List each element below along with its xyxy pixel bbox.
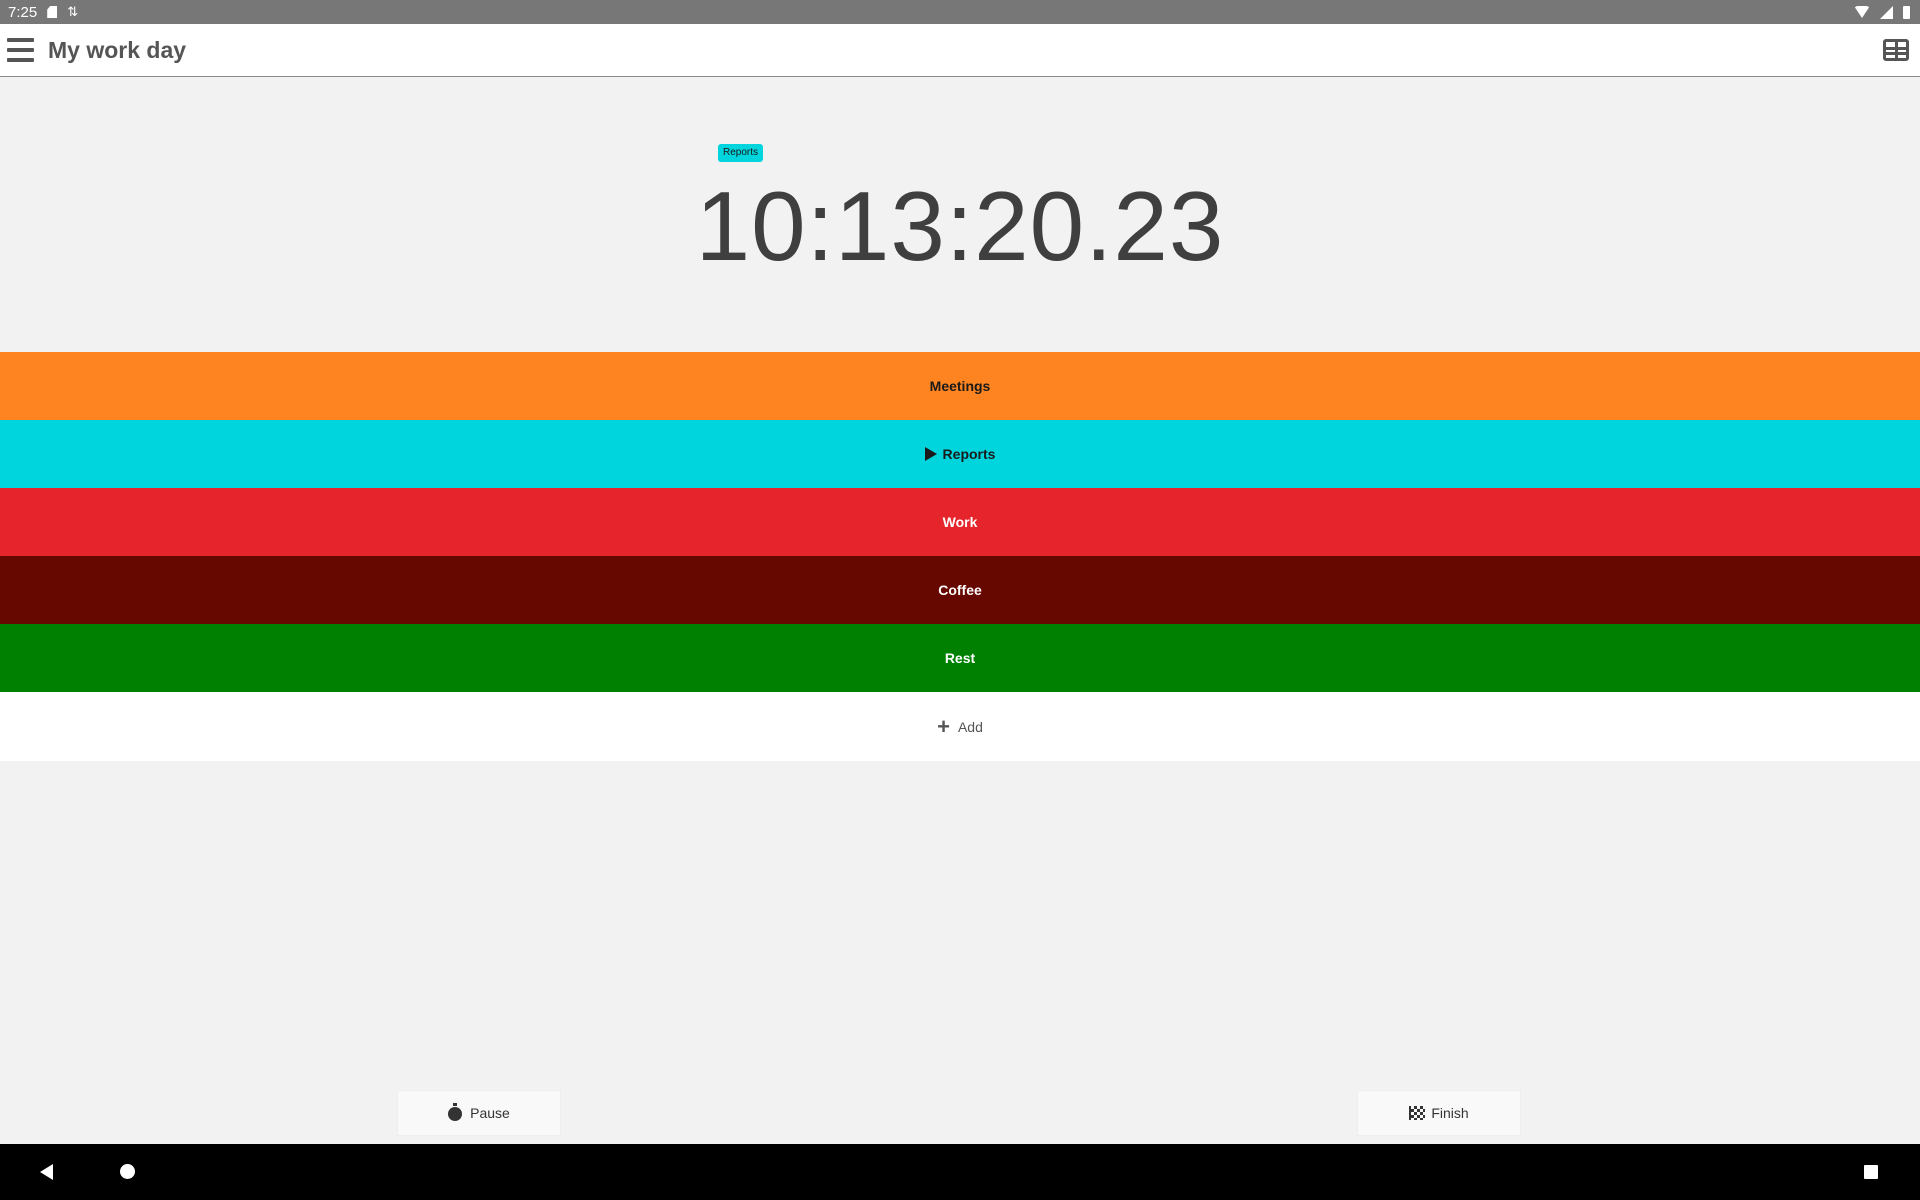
- status-left: 7:25 ⇅: [8, 4, 78, 21]
- battery-icon: [1903, 5, 1910, 19]
- activity-meetings[interactable]: Meetings: [0, 352, 1920, 420]
- sd-card-icon: [47, 6, 58, 18]
- elapsed-timer: 10:13:20.23: [695, 171, 1225, 281]
- pause-label: Pause: [470, 1105, 510, 1121]
- activity-work[interactable]: Work: [0, 488, 1920, 556]
- menu-icon[interactable]: [7, 38, 34, 62]
- activity-reports[interactable]: Reports: [0, 420, 1920, 488]
- checkered-flag-icon: [1409, 1106, 1426, 1120]
- activity-label: Meetings: [929, 378, 991, 394]
- finish-label: Finish: [1431, 1105, 1469, 1121]
- activity-label: Reports: [942, 446, 996, 462]
- navigation-bar: [0, 1144, 1920, 1200]
- status-bar: 7:25 ⇅: [0, 0, 1920, 24]
- signal-icon: [1880, 5, 1893, 19]
- stopwatch-icon: [448, 1103, 463, 1121]
- table-view-icon[interactable]: [1883, 39, 1909, 61]
- current-activity-badge: Reports: [718, 144, 764, 162]
- add-label: Add: [957, 718, 983, 735]
- finish-button[interactable]: Finish: [1357, 1090, 1521, 1136]
- status-right: [1854, 5, 1910, 19]
- plus-icon: +: [937, 713, 950, 739]
- activity-label: Coffee: [938, 582, 982, 598]
- app-bar: My work day: [0, 24, 1920, 77]
- page-title: My work day: [48, 36, 187, 63]
- back-icon[interactable]: [40, 1164, 53, 1180]
- status-time: 7:25: [8, 3, 38, 21]
- recents-icon[interactable]: [1864, 1165, 1878, 1179]
- activity-list: Meetings Reports Work Coffee Rest + Add: [0, 352, 1920, 761]
- play-icon: [924, 447, 937, 461]
- activity-rest[interactable]: Rest: [0, 624, 1920, 692]
- activity-coffee[interactable]: Coffee: [0, 556, 1920, 624]
- pause-button[interactable]: Pause: [397, 1090, 561, 1136]
- wifi-icon: [1854, 6, 1870, 18]
- sync-icon: ⇅: [67, 4, 79, 19]
- timer-area: Reports 10:13:20.23: [0, 78, 1920, 352]
- activity-label: Rest: [944, 650, 976, 666]
- home-icon[interactable]: [120, 1164, 135, 1179]
- activity-label: Work: [942, 514, 978, 530]
- add-activity-button[interactable]: + Add: [0, 692, 1920, 761]
